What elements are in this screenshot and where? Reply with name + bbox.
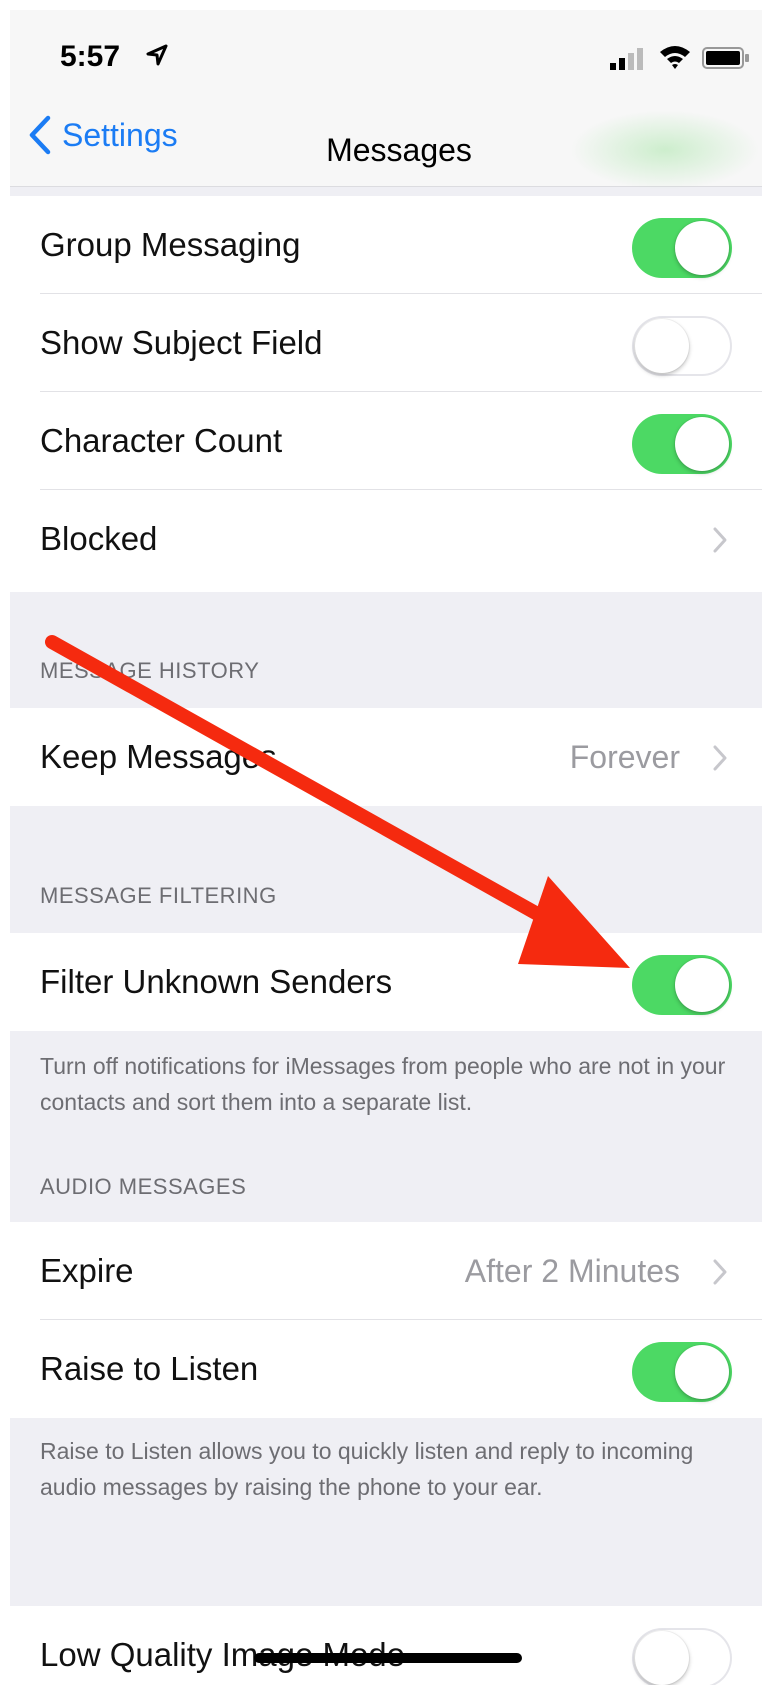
raise-to-listen-description: Raise to Listen allows you to quickly li… (40, 1438, 694, 1500)
battery-icon (702, 47, 749, 69)
section-header-message-filtering: MESSAGE FILTERING (40, 883, 277, 908)
group-messaging-row: Group Messaging (10, 196, 762, 294)
show-subject-field-toggle[interactable] (632, 316, 732, 376)
chevron-right-icon (713, 527, 727, 553)
toggle-knob (675, 1345, 729, 1399)
row-label: Filter Unknown Senders (40, 963, 393, 1000)
audio-messages-group: Expire After 2 Minutes Raise to Listen (10, 1222, 762, 1418)
messaging-options-group: Group Messaging Show Subject Field Chara… (10, 196, 762, 592)
keep-messages-value: Forever (569, 739, 680, 775)
home-indicator (254, 1653, 522, 1663)
toggle-knob (675, 958, 729, 1012)
row-label: Show Subject Field (40, 324, 323, 361)
expire-value: After 2 Minutes (464, 1253, 680, 1289)
status-bar: 5:57 (10, 10, 762, 90)
navigation-bar: Settings Messages (10, 90, 762, 190)
row-label: Character Count (40, 422, 283, 459)
location-arrow-icon (146, 44, 168, 66)
row-label: Group Messaging (40, 226, 301, 263)
status-time: 5:57 (60, 40, 121, 73)
keep-messages-row[interactable]: Keep Messages Forever (10, 708, 762, 806)
wifi-icon (660, 46, 690, 69)
expire-row[interactable]: Expire After 2 Minutes (10, 1222, 762, 1320)
low-quality-image-mode-row: Low Quality Image Mode (10, 1606, 762, 1685)
message-filtering-group: Filter Unknown Senders (10, 933, 762, 1031)
toggle-knob (675, 221, 729, 275)
blocked-row[interactable]: Blocked (10, 490, 762, 588)
filter-unknown-senders-description: Turn off notifications for iMessages fro… (40, 1053, 726, 1115)
character-count-row: Character Count (10, 392, 762, 490)
raise-to-listen-toggle[interactable] (632, 1342, 732, 1402)
filter-unknown-senders-row: Filter Unknown Senders (10, 933, 762, 1031)
cellular-signal-icon (610, 48, 643, 70)
row-label: Blocked (40, 520, 158, 557)
character-count-toggle[interactable] (632, 414, 732, 474)
low-quality-image-mode-toggle[interactable] (632, 1628, 732, 1685)
filter-unknown-senders-toggle[interactable] (632, 955, 732, 1015)
section-header-audio-messages: AUDIO MESSAGES (40, 1174, 247, 1199)
row-label: Low Quality Image Mode (40, 1636, 406, 1673)
group-messaging-toggle[interactable] (632, 218, 732, 278)
show-subject-field-row: Show Subject Field (10, 294, 762, 392)
row-label: Keep Messages (40, 738, 277, 775)
row-label: Expire (40, 1252, 134, 1289)
page-title-wrap: Messages (10, 132, 762, 169)
chevron-right-icon (713, 1259, 727, 1285)
page-title: Messages (326, 132, 472, 168)
toggle-knob (635, 1631, 689, 1685)
row-label: Raise to Listen (40, 1350, 259, 1387)
low-quality-group: Low Quality Image Mode (10, 1606, 762, 1685)
message-history-group: Keep Messages Forever (10, 708, 762, 806)
phone-screen: 5:57 Settings Messages Group Messaging S… (10, 10, 762, 1685)
section-header-message-history: MESSAGE HISTORY (40, 658, 260, 683)
chevron-right-icon (713, 745, 727, 771)
toggle-knob (675, 417, 729, 471)
toggle-knob (635, 319, 689, 373)
raise-to-listen-row: Raise to Listen (10, 1320, 762, 1418)
